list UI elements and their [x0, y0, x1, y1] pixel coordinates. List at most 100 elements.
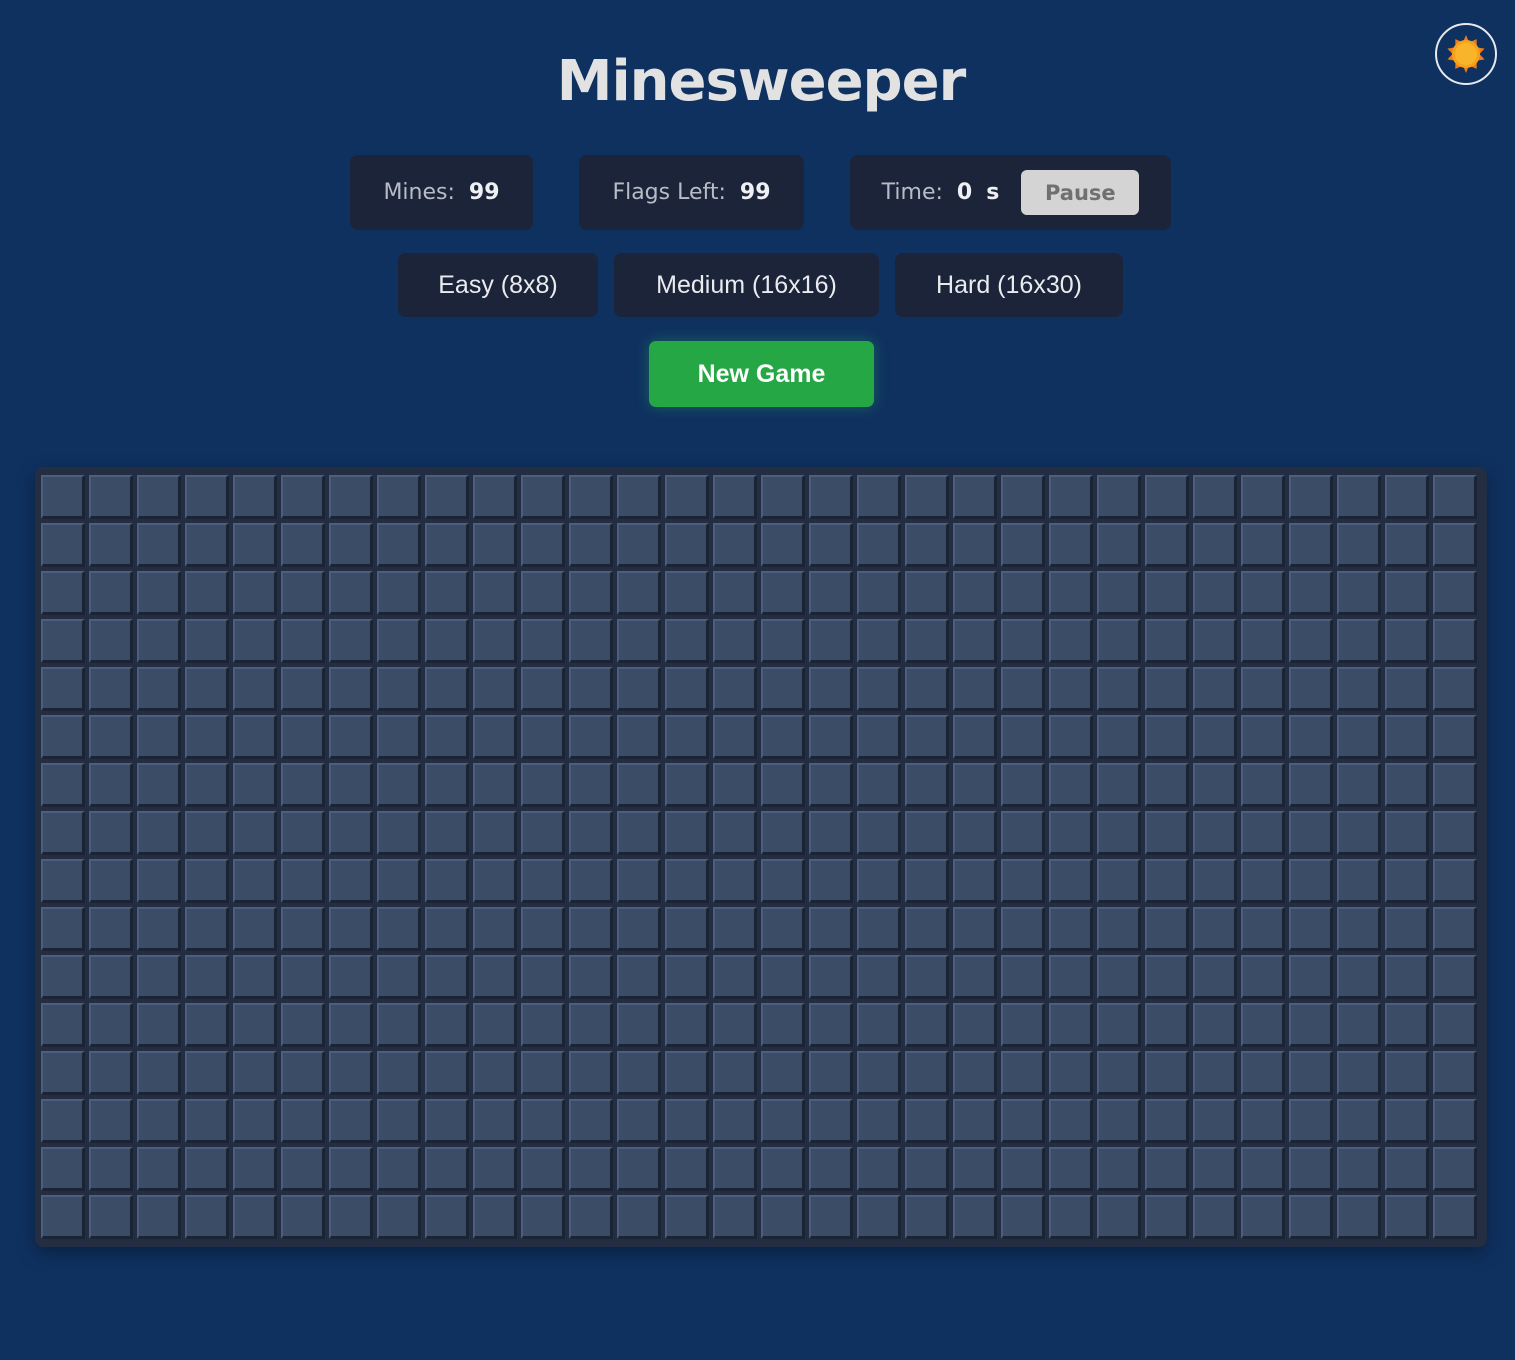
board-cell[interactable]	[377, 475, 421, 519]
board-cell[interactable]	[1001, 475, 1045, 519]
board-cell[interactable]	[857, 1099, 901, 1143]
board-cell[interactable]	[1385, 859, 1429, 903]
board-cell[interactable]	[1337, 955, 1381, 999]
board-cell[interactable]	[1049, 1099, 1093, 1143]
board-cell[interactable]	[1145, 619, 1189, 663]
board-cell[interactable]	[809, 763, 853, 807]
board-cell[interactable]	[1049, 811, 1093, 855]
board-cell[interactable]	[761, 667, 805, 711]
board-cell[interactable]	[809, 523, 853, 567]
board-cell[interactable]	[329, 1195, 373, 1239]
board-cell[interactable]	[1385, 667, 1429, 711]
board-cell[interactable]	[521, 571, 565, 615]
board-cell[interactable]	[1097, 475, 1141, 519]
board-cell[interactable]	[1289, 811, 1333, 855]
board-cell[interactable]	[1241, 523, 1285, 567]
board-cell[interactable]	[809, 1147, 853, 1191]
board-cell[interactable]	[569, 523, 613, 567]
board-cell[interactable]	[137, 1195, 181, 1239]
board-cell[interactable]	[713, 763, 757, 807]
board-cell[interactable]	[665, 619, 709, 663]
board-cell[interactable]	[329, 859, 373, 903]
board-cell[interactable]	[1097, 907, 1141, 951]
board-cell[interactable]	[1289, 1003, 1333, 1047]
board-cell[interactable]	[425, 955, 469, 999]
board-cell[interactable]	[809, 475, 853, 519]
board-cell[interactable]	[1385, 1051, 1429, 1095]
board-cell[interactable]	[1049, 619, 1093, 663]
board-cell[interactable]	[185, 859, 229, 903]
board-cell[interactable]	[281, 1147, 325, 1191]
board-cell[interactable]	[1433, 955, 1477, 999]
board-cell[interactable]	[905, 619, 949, 663]
board-cell[interactable]	[425, 1147, 469, 1191]
board-cell[interactable]	[233, 763, 277, 807]
board-cell[interactable]	[1097, 1099, 1141, 1143]
board-cell[interactable]	[905, 763, 949, 807]
board-cell[interactable]	[185, 619, 229, 663]
board-cell[interactable]	[761, 1147, 805, 1191]
board-cell[interactable]	[665, 859, 709, 903]
board-cell[interactable]	[809, 667, 853, 711]
board-cell[interactable]	[473, 763, 517, 807]
board-cell[interactable]	[1385, 1147, 1429, 1191]
board-cell[interactable]	[1193, 1195, 1237, 1239]
board-cell[interactable]	[233, 475, 277, 519]
board-cell[interactable]	[569, 619, 613, 663]
board-cell[interactable]	[329, 811, 373, 855]
board-cell[interactable]	[329, 1003, 373, 1047]
board-cell[interactable]	[1289, 619, 1333, 663]
board-cell[interactable]	[89, 763, 133, 807]
board-cell[interactable]	[761, 811, 805, 855]
board-cell[interactable]	[857, 667, 901, 711]
board-cell[interactable]	[41, 811, 85, 855]
board-cell[interactable]	[377, 811, 421, 855]
board-cell[interactable]	[1193, 571, 1237, 615]
board-cell[interactable]	[761, 1051, 805, 1095]
board-cell[interactable]	[473, 667, 517, 711]
board-cell[interactable]	[569, 763, 613, 807]
board-cell[interactable]	[473, 1003, 517, 1047]
board-cell[interactable]	[1289, 907, 1333, 951]
board-cell[interactable]	[377, 715, 421, 759]
board-cell[interactable]	[281, 571, 325, 615]
board-cell[interactable]	[905, 955, 949, 999]
board-cell[interactable]	[1001, 667, 1045, 711]
board-cell[interactable]	[185, 475, 229, 519]
board-cell[interactable]	[1193, 1099, 1237, 1143]
board-cell[interactable]	[473, 1051, 517, 1095]
board-cell[interactable]	[425, 859, 469, 903]
board-cell[interactable]	[521, 1051, 565, 1095]
board-cell[interactable]	[425, 1051, 469, 1095]
board-cell[interactable]	[185, 1099, 229, 1143]
board-cell[interactable]	[1145, 811, 1189, 855]
board-cell[interactable]	[953, 523, 997, 567]
board-cell[interactable]	[1145, 955, 1189, 999]
board-cell[interactable]	[1193, 955, 1237, 999]
board-cell[interactable]	[89, 1147, 133, 1191]
board-cell[interactable]	[1385, 523, 1429, 567]
board-cell[interactable]	[281, 1051, 325, 1095]
board-cell[interactable]	[89, 1051, 133, 1095]
board-cell[interactable]	[1385, 955, 1429, 999]
board-cell[interactable]	[617, 1003, 661, 1047]
board-cell[interactable]	[1385, 715, 1429, 759]
board-cell[interactable]	[1289, 859, 1333, 903]
board-cell[interactable]	[281, 475, 325, 519]
board-cell[interactable]	[809, 859, 853, 903]
board-cell[interactable]	[665, 1051, 709, 1095]
board-cell[interactable]	[1337, 715, 1381, 759]
board-cell[interactable]	[953, 715, 997, 759]
board-cell[interactable]	[185, 667, 229, 711]
board-cell[interactable]	[329, 763, 373, 807]
board-cell[interactable]	[185, 1147, 229, 1191]
board-cell[interactable]	[425, 475, 469, 519]
board-cell[interactable]	[1001, 763, 1045, 807]
board-cell[interactable]	[1433, 1051, 1477, 1095]
difficulty-hard-button[interactable]: Hard (16x30)	[895, 253, 1123, 317]
board-cell[interactable]	[1337, 523, 1381, 567]
board-cell[interactable]	[809, 811, 853, 855]
board-cell[interactable]	[281, 763, 325, 807]
board-cell[interactable]	[377, 1195, 421, 1239]
board-cell[interactable]	[761, 523, 805, 567]
